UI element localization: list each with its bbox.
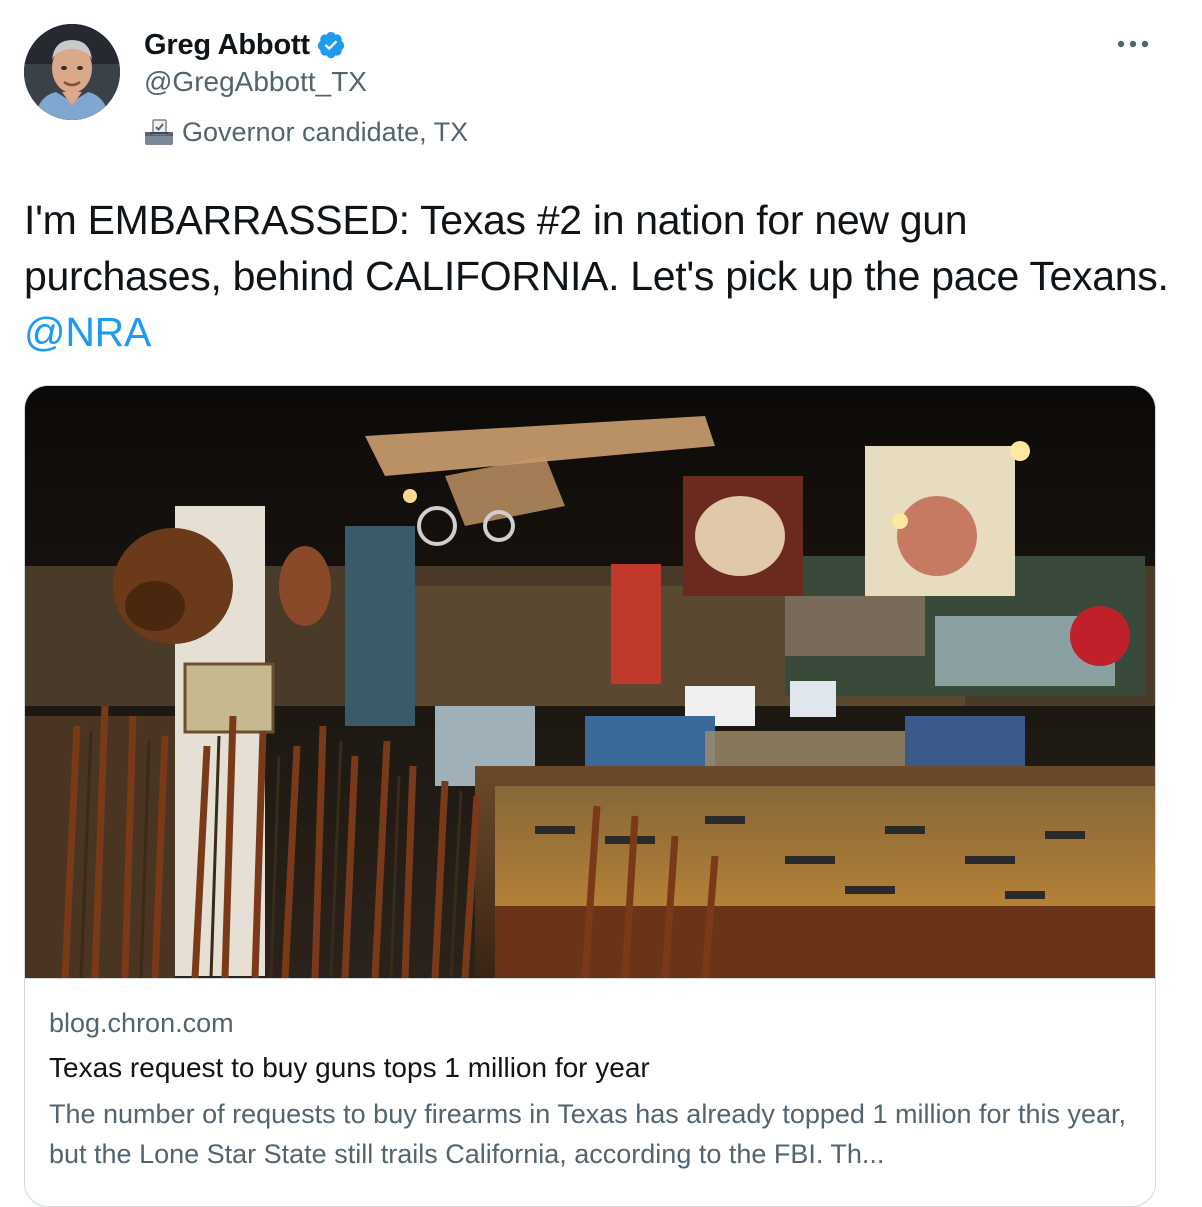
link-card[interactable]: blog.chron.com Texas request to buy guns… xyxy=(24,385,1156,1207)
tweet-body: I'm EMBARRASSED: Texas #2 in nation for … xyxy=(24,197,1169,299)
verified-badge-icon xyxy=(316,30,346,60)
gun-store-interior-photo xyxy=(25,386,1155,978)
tweet: Greg Abbott @GregAbbott_TX Governor cand… xyxy=(0,0,1202,1207)
avatar[interactable] xyxy=(24,24,120,120)
ballot-box-icon xyxy=(144,118,174,146)
author-handle[interactable]: @GregAbbott_TX xyxy=(144,66,367,98)
card-domain: blog.chron.com xyxy=(49,1008,234,1038)
author-label-text: Governor candidate, TX xyxy=(182,116,469,147)
more-horizontal-icon xyxy=(1117,40,1149,48)
profile-photo xyxy=(24,24,120,120)
card-title: Texas request to buy guns tops 1 million… xyxy=(49,1052,650,1083)
author-name-row: Greg Abbott xyxy=(144,26,346,64)
tweet-text: I'm EMBARRASSED: Texas #2 in nation for … xyxy=(24,192,1174,360)
author-display-name[interactable]: Greg Abbott xyxy=(144,29,310,62)
author-label: Governor candidate, TX xyxy=(144,114,468,150)
mention-link[interactable]: @NRA xyxy=(24,309,151,355)
more-options-button[interactable] xyxy=(1110,24,1156,64)
card-description: The number of requests to buy firearms i… xyxy=(49,1099,1127,1169)
card-image xyxy=(25,386,1155,979)
